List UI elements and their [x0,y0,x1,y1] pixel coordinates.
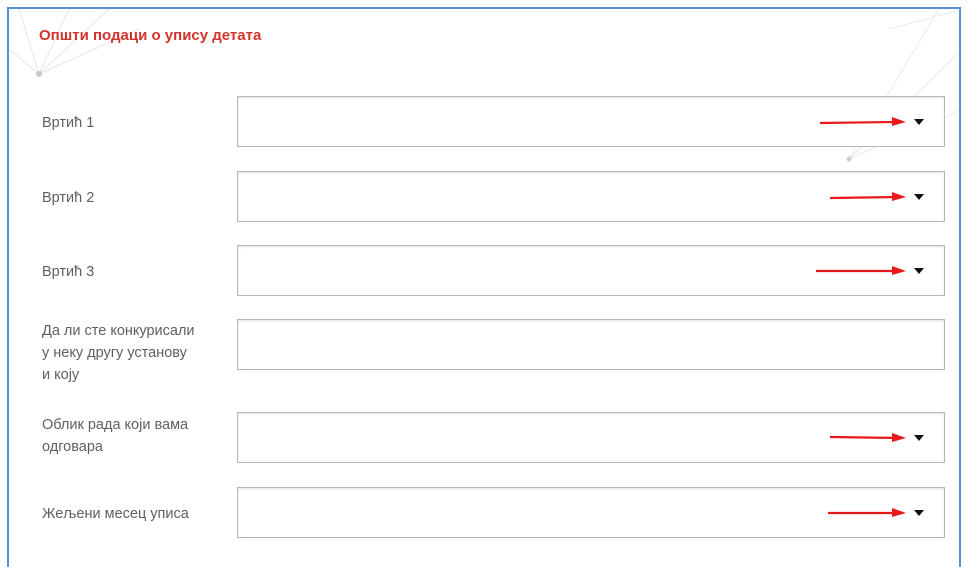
select-kindergarten-1[interactable] [237,96,945,147]
enrollment-form-panel: Општи подаци о упису детата Вртић 1 Врти… [7,7,961,567]
label-other-institution: Да ли сте конкурисали у неку другу устан… [42,320,195,386]
annotation-arrow [816,265,906,275]
label-work-form: Облик рада који вама одговара [42,414,188,458]
chevron-down-icon[interactable] [914,434,924,441]
label-kindergarten-1: Вртић 1 [42,115,95,131]
label-desired-month: Жељени месец уписа [42,506,189,522]
label-line: Да ли сте конкурисали [42,323,195,339]
label-line: одговара [42,439,103,455]
label-line: и коју [42,367,80,383]
decorative-lines-left [9,9,140,77]
label-kindergarten-3: Вртић 3 [42,264,95,280]
section-title: Општи подаци о упису детата [39,27,262,44]
chevron-down-icon[interactable] [914,118,924,125]
chevron-down-icon[interactable] [914,193,924,200]
annotation-arrow [830,432,906,442]
label-kindergarten-2: Вртић 2 [42,190,95,206]
annotation-arrow [820,116,906,126]
input-other-institution[interactable] [237,319,945,370]
select-desired-month[interactable] [237,487,945,538]
label-line: у неку другу установу [42,345,187,361]
select-kindergarten-3[interactable] [237,245,945,296]
chevron-down-icon[interactable] [914,267,924,274]
select-work-form[interactable] [237,412,945,463]
annotation-arrow [828,507,906,517]
annotation-arrow [830,191,906,201]
select-kindergarten-2[interactable] [237,171,945,222]
label-line: Облик рада који вама [42,417,189,433]
chevron-down-icon[interactable] [914,509,924,516]
